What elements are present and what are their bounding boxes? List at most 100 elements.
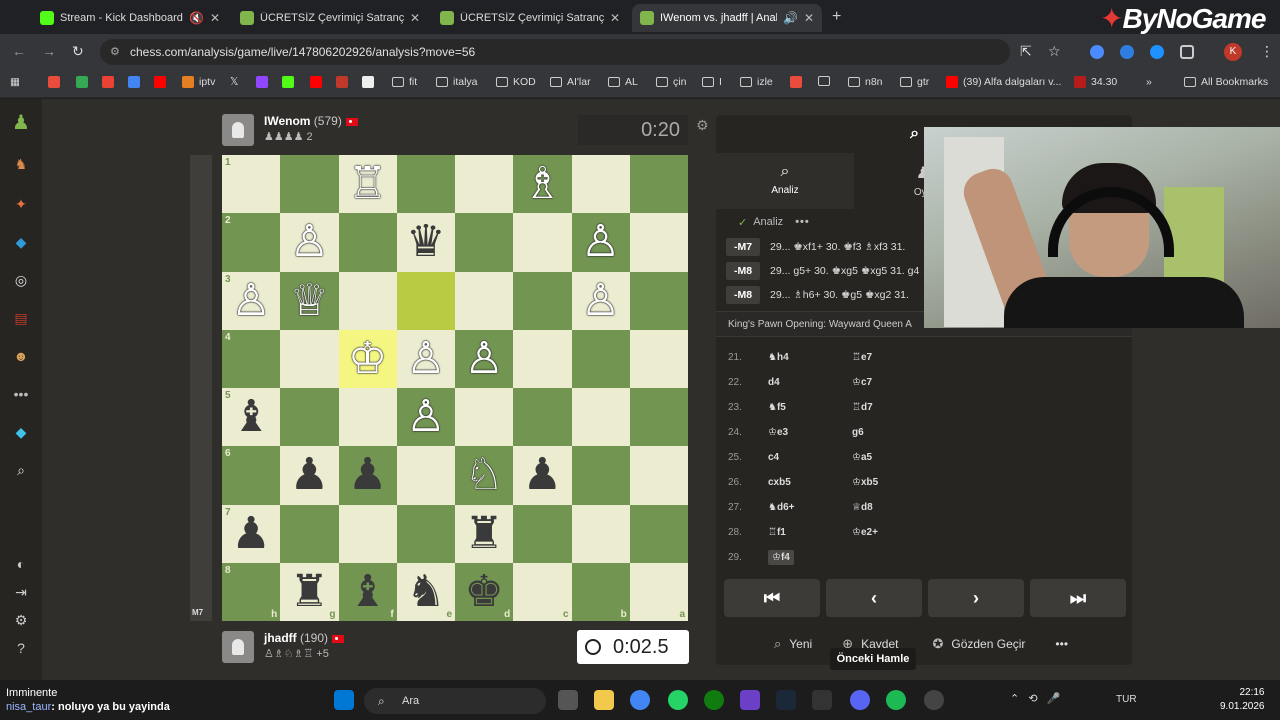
tab-kick[interactable]: Stream - Kick Dashboard 🔇 ✕ — [32, 4, 228, 32]
youtube-icon[interactable] — [310, 76, 327, 88]
settings-icon[interactable]: ⚙ — [10, 609, 32, 631]
white-pawn-piece[interactable]: ♙ — [581, 220, 620, 264]
mute-icon[interactable]: 🔇 — [189, 11, 204, 25]
close-icon[interactable]: ✕ — [410, 11, 420, 25]
board-square[interactable]: ♙ — [396, 388, 455, 447]
system-tray[interactable]: ⌃ ⟲ 🎤 — [1010, 692, 1060, 705]
white-pawn-piece[interactable]: ♙ — [406, 336, 445, 381]
more-options-icon[interactable]: ••• — [795, 216, 810, 228]
board-square[interactable]: 6 — [222, 446, 281, 505]
board-square[interactable]: ♙ — [571, 213, 630, 272]
theme-icon[interactable]: ◐ — [10, 553, 32, 575]
white-pawn-piece[interactable]: ♙ — [406, 395, 445, 439]
black-pawn-piece[interactable]: ♟ — [348, 453, 387, 497]
profile-avatar[interactable]: K — [1224, 43, 1242, 61]
first-move-button[interactable]: ⏮ — [724, 579, 820, 617]
board-square[interactable] — [513, 388, 572, 447]
bookmark-iptv[interactable]: iptv — [182, 76, 215, 88]
board-square[interactable]: d ♚ — [455, 562, 514, 621]
board-square[interactable] — [338, 388, 397, 447]
white-knight-piece[interactable]: ♘ — [464, 453, 503, 497]
news-icon[interactable]: ▤ — [10, 307, 32, 329]
watch-icon[interactable]: ◎ — [10, 269, 32, 291]
white-move[interactable]: ♞f5 — [768, 402, 786, 413]
forward-button[interactable]: → — [42, 43, 56, 59]
white-pawn-piece[interactable]: ♙ — [231, 278, 270, 323]
puzzles-icon[interactable]: ✦ — [10, 193, 32, 215]
board-square[interactable]: 7 ♟ — [222, 504, 281, 563]
black-move[interactable]: ♖e7 — [852, 352, 972, 363]
board-square[interactable] — [629, 446, 688, 505]
bookmark-folder-al[interactable]: AL — [608, 76, 638, 88]
whatsapp-icon[interactable] — [668, 690, 688, 710]
black-king-piece[interactable]: ♚ — [464, 569, 503, 614]
task-view-icon[interactable] — [558, 690, 578, 710]
board-square[interactable] — [280, 155, 339, 214]
board-square[interactable] — [338, 271, 397, 330]
white-rook-piece[interactable]: ♖ — [348, 162, 387, 206]
black-move[interactable]: ♔c7 — [852, 377, 972, 388]
install-icon[interactable]: ⇱ — [1020, 43, 1032, 60]
tab-analysis[interactable]: IWenom vs. jhadff | Analysis 🔊 ✕ — [632, 4, 822, 32]
board-square[interactable]: ♕ — [280, 271, 339, 330]
extension-icon[interactable] — [1120, 45, 1134, 59]
reload-button[interactable]: ↻ — [72, 43, 84, 60]
board-square[interactable]: 8h — [222, 562, 281, 621]
collapse-icon[interactable]: ⇥ — [10, 581, 32, 603]
board-square[interactable]: ♟ — [338, 446, 397, 505]
board-square[interactable] — [513, 271, 572, 330]
player-name[interactable]: IWenom — [264, 114, 310, 128]
board-square[interactable] — [629, 388, 688, 447]
board-square[interactable] — [571, 388, 630, 447]
bookmark-icon[interactable] — [128, 76, 145, 88]
board-square[interactable]: ♟ — [513, 446, 572, 505]
bookmark-folder-izle[interactable]: izle — [740, 76, 773, 88]
chess-logo-icon[interactable]: ♟ — [10, 111, 32, 134]
extensions-puzzle-icon[interactable] — [1180, 45, 1194, 59]
discord-icon[interactable] — [850, 690, 870, 710]
board-square[interactable] — [571, 155, 630, 214]
bookmark-icon[interactable] — [76, 76, 93, 88]
bookmark-icon[interactable] — [336, 76, 353, 88]
epic-games-icon[interactable] — [812, 690, 832, 710]
extension-icon[interactable] — [1150, 45, 1164, 59]
new-button[interactable]: ⌕ Yeni — [774, 636, 812, 652]
black-move[interactable]: ♔e2+ — [852, 527, 972, 538]
help-icon[interactable]: ? — [10, 637, 32, 659]
white-move[interactable]: ♖f1 — [768, 527, 786, 538]
white-pawn-piece[interactable]: ♙ — [581, 278, 620, 323]
close-icon[interactable]: ✕ — [804, 11, 814, 25]
white-move[interactable]: c4 — [768, 452, 779, 463]
white-move[interactable]: cxb5 — [768, 477, 791, 488]
bookmark-icon[interactable] — [48, 76, 65, 88]
board-square[interactable]: ♘ — [455, 446, 514, 505]
bookmark-star-icon[interactable]: ☆ — [1048, 43, 1061, 60]
last-move-button[interactable]: ⏭ — [1030, 579, 1126, 617]
board-square[interactable] — [571, 446, 630, 505]
white-bishop-piece[interactable]: ♗ — [523, 162, 562, 206]
board-square[interactable] — [571, 504, 630, 563]
xbox-icon[interactable] — [704, 690, 724, 710]
bookmark-folder-cin[interactable]: çin — [656, 76, 686, 88]
bookmark-folder[interactable]: I — [702, 76, 722, 88]
black-pawn-piece[interactable]: ♟ — [290, 453, 329, 497]
black-bishop-piece[interactable]: ♝ — [231, 395, 270, 439]
system-clock[interactable]: 22:16 9.01.2026 — [1220, 686, 1265, 714]
x-icon[interactable]: 𝕏 — [230, 76, 238, 88]
all-bookmarks-folder[interactable]: All Bookmarks — [1184, 76, 1268, 88]
board-square[interactable]: 4 — [222, 329, 281, 388]
avatar[interactable] — [222, 114, 254, 146]
previous-move-button[interactable]: ‹ — [826, 579, 922, 617]
board-square[interactable] — [396, 271, 455, 330]
board-square[interactable] — [338, 504, 397, 563]
bookmark-folder-italya[interactable]: italya — [436, 76, 478, 88]
board-square[interactable] — [455, 155, 514, 214]
steam-icon[interactable] — [776, 690, 796, 710]
taskbar-search[interactable]: ⌕ Ara — [364, 688, 546, 714]
white-king-piece[interactable]: ♔ — [348, 336, 387, 381]
board-square[interactable]: 5 ♝ — [222, 388, 281, 447]
black-knight-piece[interactable]: ♞ — [406, 569, 445, 614]
board-square[interactable] — [396, 504, 455, 563]
board-square[interactable] — [338, 213, 397, 272]
twitch-icon[interactable] — [256, 76, 273, 88]
